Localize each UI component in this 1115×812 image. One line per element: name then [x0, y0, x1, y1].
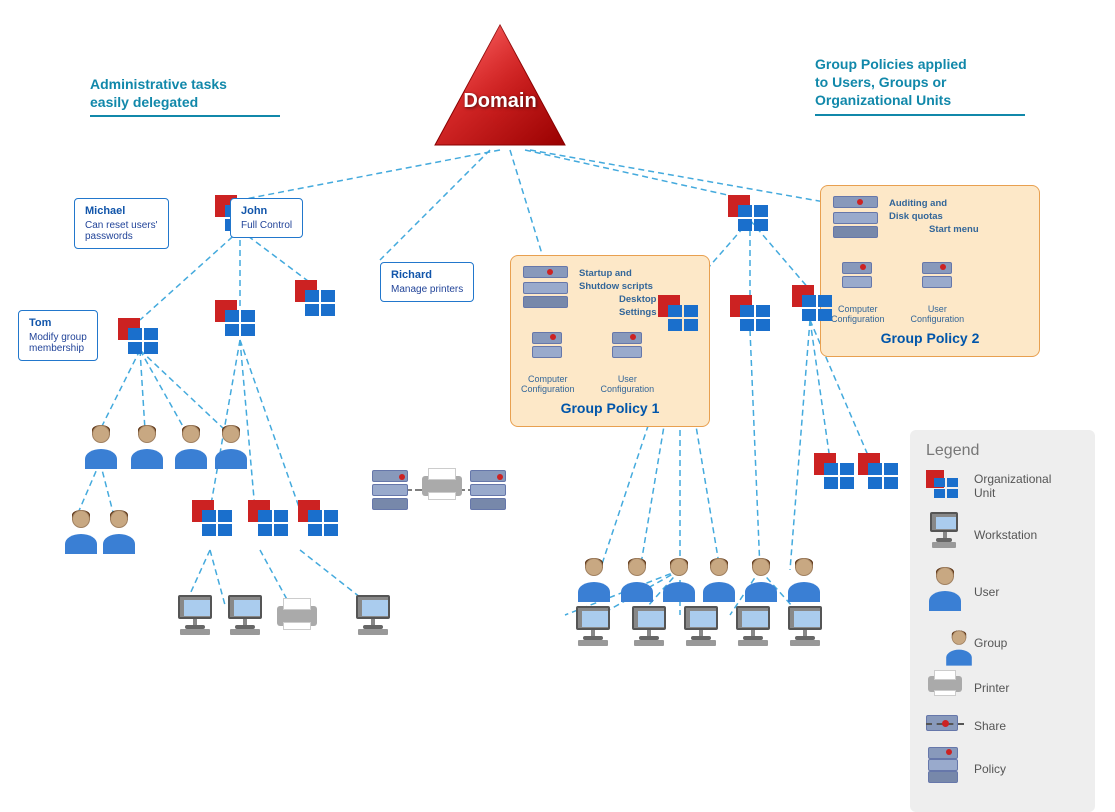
gp1-title: Group Policy 1 — [521, 400, 699, 416]
gp-annotation-text: Group Policies appliedto Users, Groups o… — [815, 56, 967, 108]
user-r6 — [785, 558, 823, 607]
legend-box: Legend OrganizationalUnit Workstation Us… — [910, 430, 1095, 812]
user-r3 — [660, 558, 698, 607]
callout-michael: Michael Can reset users'passwords — [74, 198, 169, 249]
user-r5 — [742, 558, 780, 607]
michael-name: Michael — [85, 205, 158, 217]
ou-right-3 — [792, 285, 836, 328]
john-desc: Full Control — [241, 220, 292, 231]
richard-desc: Manage printers — [391, 284, 463, 295]
ou-mid-1 — [192, 500, 236, 543]
ou-right-top — [728, 195, 772, 238]
user-1 — [82, 425, 120, 474]
user-3 — [172, 425, 210, 474]
legend-workstation: Workstation — [926, 512, 1079, 557]
user-r2 — [618, 558, 656, 607]
ou-mid-2 — [248, 500, 292, 543]
john-name: John — [241, 205, 292, 217]
ws-1 — [172, 595, 218, 640]
printer-mid — [420, 468, 464, 509]
ou-left-2 — [215, 300, 259, 343]
ou-left-3 — [295, 280, 339, 323]
user-6 — [100, 510, 138, 559]
legend-ou: OrganizationalUnit — [926, 470, 1079, 502]
legend-share-label: Share — [974, 719, 1006, 733]
ou-right-2 — [730, 295, 774, 338]
legend-workstation-label: Workstation — [974, 528, 1037, 542]
group-policy-2-box: Auditing and Disk quotas Start menu Comp… — [820, 185, 1040, 357]
legend-printer: Printer — [926, 670, 1079, 705]
legend-printer-label: Printer — [974, 681, 1009, 695]
ws-r3 — [678, 606, 724, 651]
legend-group-label: Group — [974, 636, 1007, 650]
legend-policy: Policy — [926, 747, 1079, 790]
user-r1 — [575, 558, 613, 607]
ws-2 — [222, 595, 268, 640]
ou-left-1 — [118, 318, 162, 361]
group-policy-1-box: Startup and Shutdow scripts Desktop Sett… — [510, 255, 710, 427]
callout-richard: Richard Manage printers — [380, 262, 474, 302]
ws-r4 — [730, 606, 776, 651]
callout-john: John Full Control — [230, 198, 303, 238]
ws-3 — [350, 595, 396, 640]
user-5 — [62, 510, 100, 559]
ou-right-1 — [658, 295, 702, 338]
legend-group: Group — [926, 626, 1079, 660]
legend-share: Share — [926, 715, 1079, 737]
user-r4 — [700, 558, 738, 607]
callout-tom: Tom Modify groupmembership — [18, 310, 98, 361]
admin-tasks-label: Administrative tasks easily delegated — [90, 75, 300, 117]
domain-node: Domain — [430, 20, 570, 150]
legend-policy-label: Policy — [974, 762, 1006, 776]
gp2-title: Group Policy 2 — [831, 330, 1029, 346]
domain-label: Domain — [463, 90, 536, 113]
user-2 — [128, 425, 166, 474]
user-4 — [212, 425, 250, 474]
ou-mid-3 — [298, 500, 342, 543]
admin-tasks-text: Administrative tasks easily delegated — [90, 76, 227, 110]
ou-right-3a — [814, 453, 858, 496]
tom-desc: Modify groupmembership — [29, 332, 87, 354]
legend-ou-label: OrganizationalUnit — [974, 472, 1051, 500]
gp-annotation-label: Group Policies appliedto Users, Groups o… — [815, 55, 1045, 116]
tom-name: Tom — [29, 317, 87, 329]
ws-r2 — [626, 606, 672, 651]
legend-user-label: User — [974, 585, 999, 599]
legend-title: Legend — [926, 442, 1079, 460]
server-share — [370, 470, 410, 519]
server-share-2 — [468, 470, 508, 519]
ou-right-3b — [858, 453, 902, 496]
printer-1 — [275, 598, 319, 639]
michael-desc: Can reset users'passwords — [85, 220, 158, 242]
ws-r1 — [570, 606, 616, 651]
richard-name: Richard — [391, 269, 463, 281]
ws-r5 — [782, 606, 828, 651]
legend-user: User — [926, 567, 1079, 616]
